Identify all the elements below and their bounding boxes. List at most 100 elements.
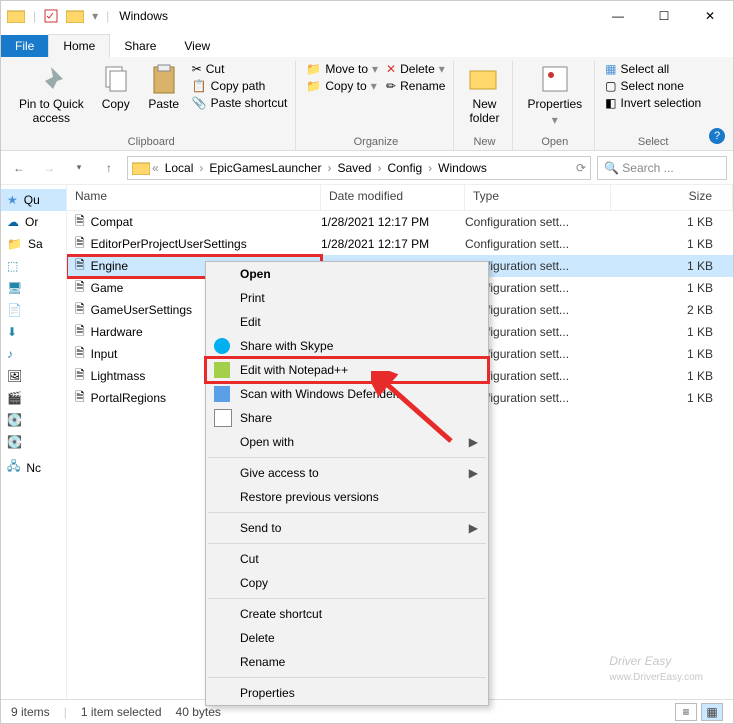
- search-icon: 🔍: [604, 161, 619, 175]
- file-icon: 🗎: [75, 212, 85, 233]
- copy-to-button[interactable]: 📁Copy to▾: [304, 78, 380, 94]
- nav-quick-access[interactable]: ★Qu: [1, 189, 66, 211]
- help-button[interactable]: ?: [709, 128, 725, 144]
- nav-item-pictures[interactable]: 🖼: [1, 365, 66, 387]
- file-row[interactable]: 🗎Compat 1/28/2021 12:17 PM Configuration…: [67, 211, 733, 233]
- tab-file[interactable]: File: [1, 35, 48, 57]
- menu-separator: [208, 543, 486, 544]
- file-size: 1 KB: [611, 325, 733, 339]
- view-icons-button[interactable]: ▦: [701, 703, 723, 721]
- properties-button[interactable]: Properties▾: [521, 61, 588, 129]
- file-icon: 🗎: [75, 322, 85, 343]
- menu-item[interactable]: Cut: [206, 547, 488, 571]
- new-folder-button[interactable]: New folder: [462, 61, 506, 127]
- invert-selection-button[interactable]: ◧Invert selection: [603, 95, 703, 111]
- status-count: 9 items: [11, 705, 50, 719]
- nav-back-button[interactable]: ←: [7, 156, 31, 180]
- group-organize: 📁Move to▾ 📁Copy to▾ ✕Delete▾ ✏Rename Org…: [298, 61, 454, 150]
- paste-button[interactable]: Paste: [142, 61, 186, 113]
- menu-item[interactable]: Print: [206, 286, 488, 310]
- menu-item[interactable]: Give access to▶: [206, 461, 488, 485]
- bc-folder-icon: [132, 161, 150, 175]
- col-name[interactable]: Name: [67, 185, 321, 210]
- qat-folder-icon[interactable]: [66, 9, 84, 23]
- col-date[interactable]: Date modified: [321, 185, 465, 210]
- close-button[interactable]: ✕: [687, 1, 733, 31]
- tab-home[interactable]: Home: [48, 34, 110, 57]
- breadcrumb[interactable]: « Local› EpicGamesLauncher› Saved› Confi…: [127, 156, 591, 180]
- submenu-arrow-icon: ▶: [469, 466, 478, 480]
- menu-item[interactable]: Restore previous versions: [206, 485, 488, 509]
- cut-button[interactable]: ✂Cut: [190, 61, 290, 77]
- menu-item[interactable]: Delete: [206, 626, 488, 650]
- menu-item[interactable]: Send to▶: [206, 516, 488, 540]
- paste-shortcut-button[interactable]: 📎Paste shortcut: [190, 95, 290, 111]
- nav-item-disk2[interactable]: 💽: [1, 431, 66, 453]
- folder-icon: [7, 9, 25, 23]
- select-none-button[interactable]: ▢Select none: [603, 78, 703, 94]
- select-all-button[interactable]: ▦Select all: [603, 61, 703, 77]
- file-date: 1/28/2021 12:17 PM: [321, 237, 465, 251]
- nav-pane[interactable]: ★Qu ☁Or 📁Sa ⬚ 🖥 📄 ⬇ ♪ 🖼 🎬 💽 💽 🖧Nc: [1, 185, 67, 699]
- qat-sep2: |: [106, 9, 109, 23]
- file-icon: 🗎: [75, 344, 85, 365]
- nav-onedrive[interactable]: ☁Or: [1, 211, 66, 233]
- col-size[interactable]: Size: [611, 185, 733, 210]
- file-size: 1 KB: [611, 369, 733, 383]
- menu-item[interactable]: Create shortcut: [206, 602, 488, 626]
- file-size: 1 KB: [611, 347, 733, 361]
- delete-button[interactable]: ✕Delete▾: [384, 61, 447, 77]
- column-headers[interactable]: Name Date modified Type Size: [67, 185, 733, 211]
- menu-item[interactable]: Edit: [206, 310, 488, 334]
- nav-item-3d[interactable]: ⬚: [1, 255, 66, 277]
- nav-forward-button[interactable]: →: [37, 156, 61, 180]
- menu-item[interactable]: Copy: [206, 571, 488, 595]
- copy-path-button[interactable]: 📋Copy path: [190, 78, 290, 94]
- title-bar: | ▾ | Windows — ☐ ✕: [1, 1, 733, 31]
- paste-icon: [148, 63, 180, 95]
- menu-item[interactable]: Properties: [206, 681, 488, 705]
- rename-button[interactable]: ✏Rename: [384, 78, 447, 94]
- copy-icon: [100, 63, 132, 95]
- nav-saved[interactable]: 📁Sa: [1, 233, 66, 255]
- nav-up-button[interactable]: ↑: [97, 156, 121, 180]
- search-input[interactable]: 🔍 Search ...: [597, 156, 727, 180]
- pin-quick-access-button[interactable]: Pin to Quick access: [13, 61, 90, 127]
- qat-dropdown[interactable]: ▾: [92, 9, 98, 23]
- nav-recent-button[interactable]: ▾: [67, 156, 91, 180]
- submenu-arrow-icon: ▶: [469, 521, 478, 535]
- nav-item-desktop[interactable]: 🖥: [1, 277, 66, 299]
- menu-item[interactable]: Share: [206, 406, 488, 430]
- nav-item-music[interactable]: ♪: [1, 343, 66, 365]
- file-row[interactable]: 🗎EditorPerProjectUserSettings 1/28/2021 …: [67, 233, 733, 255]
- minimize-button[interactable]: —: [595, 1, 641, 31]
- menu-item[interactable]: Rename: [206, 650, 488, 674]
- move-to-button[interactable]: 📁Move to▾: [304, 61, 380, 77]
- rename-icon: ✏: [386, 79, 396, 93]
- file-size: 2 KB: [611, 303, 733, 317]
- tab-view[interactable]: View: [170, 35, 224, 57]
- bc-dropdown[interactable]: ⟳: [576, 161, 586, 175]
- nav-item-videos[interactable]: 🎬: [1, 387, 66, 409]
- copy-button[interactable]: Copy: [94, 61, 138, 113]
- shortcut-icon: 📎: [192, 96, 207, 110]
- view-details-button[interactable]: ≡: [675, 703, 697, 721]
- address-bar: ← → ▾ ↑ « Local› EpicGamesLauncher› Save…: [1, 151, 733, 185]
- qat-checkbox-icon[interactable]: [44, 9, 58, 23]
- nav-item-downloads[interactable]: ⬇: [1, 321, 66, 343]
- maximize-button[interactable]: ☐: [641, 1, 687, 31]
- menu-item[interactable]: Open with▶: [206, 430, 488, 454]
- group-select: ▦Select all ▢Select none ◧Invert selecti…: [597, 61, 709, 150]
- menu-item[interactable]: Share with Skype: [206, 334, 488, 358]
- nav-item-disk[interactable]: 💽: [1, 409, 66, 431]
- nav-network[interactable]: 🖧Nc: [1, 453, 66, 482]
- menu-item[interactable]: Open: [206, 262, 488, 286]
- menu-item[interactable]: Scan with Windows Defender...: [206, 382, 488, 406]
- file-size: 1 KB: [611, 281, 733, 295]
- col-type[interactable]: Type: [465, 185, 611, 210]
- pin-icon: [35, 63, 67, 95]
- tab-share[interactable]: Share: [110, 35, 170, 57]
- nav-item-documents[interactable]: 📄: [1, 299, 66, 321]
- menu-item[interactable]: Edit with Notepad++: [206, 358, 488, 382]
- file-date: 1/28/2021 12:17 PM: [321, 215, 465, 229]
